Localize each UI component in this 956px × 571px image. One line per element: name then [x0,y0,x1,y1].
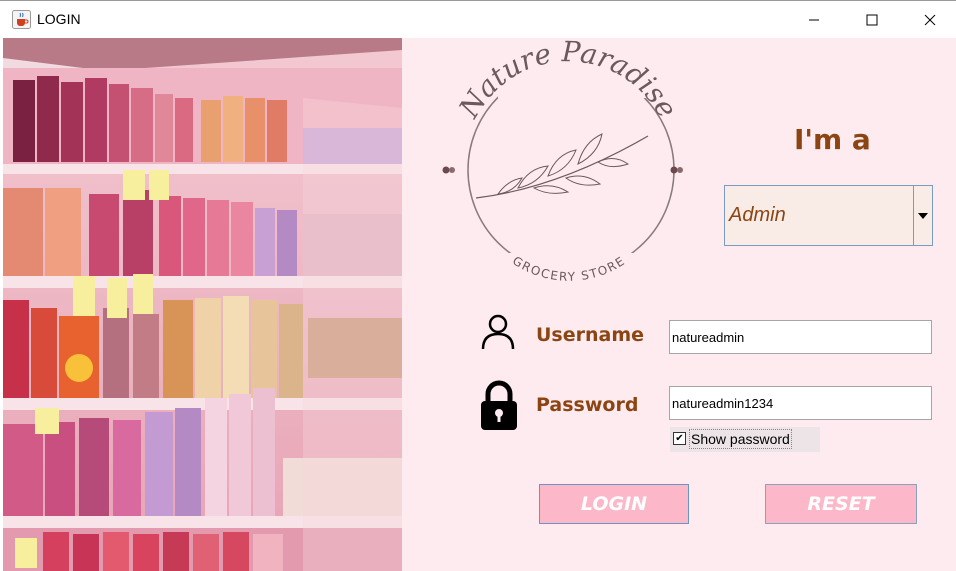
username-input[interactable]: natureadmin [669,320,932,354]
close-icon [924,14,936,26]
show-password-checkbox[interactable]: ✔ Show password [670,427,820,452]
window-titlebar: LOGIN [0,0,956,38]
username-value: natureadmin [672,330,745,345]
role-dropdown[interactable]: Admin [724,185,933,246]
lock-icon [478,380,520,432]
password-value: natureadmin1234 [672,396,774,411]
reset-button[interactable]: RESET [765,484,917,524]
username-label: Username [536,324,645,346]
role-heading: I'm a [794,123,871,156]
maximize-icon [866,14,878,26]
grocery-shelves-illustration [3,38,402,571]
maximize-button[interactable] [843,1,901,39]
show-password-label: Show password [689,429,792,449]
user-icon [479,313,517,351]
role-selected-value: Admin [729,204,786,226]
store-logo: Nature Paradise GROCERY STORE [438,35,700,296]
dropdown-arrow-button[interactable] [913,186,932,245]
minimize-button[interactable] [785,1,843,39]
close-button[interactable] [901,1,956,39]
password-label: Password [536,394,639,416]
window-title: LOGIN [37,11,81,27]
chevron-down-icon [918,212,928,219]
checkbox-checked-icon[interactable]: ✔ [673,432,686,445]
password-input[interactable]: natureadmin1234 [669,386,932,420]
minimize-icon [809,19,819,21]
login-button[interactable]: LOGIN [539,484,689,524]
java-cup-icon [12,10,31,29]
